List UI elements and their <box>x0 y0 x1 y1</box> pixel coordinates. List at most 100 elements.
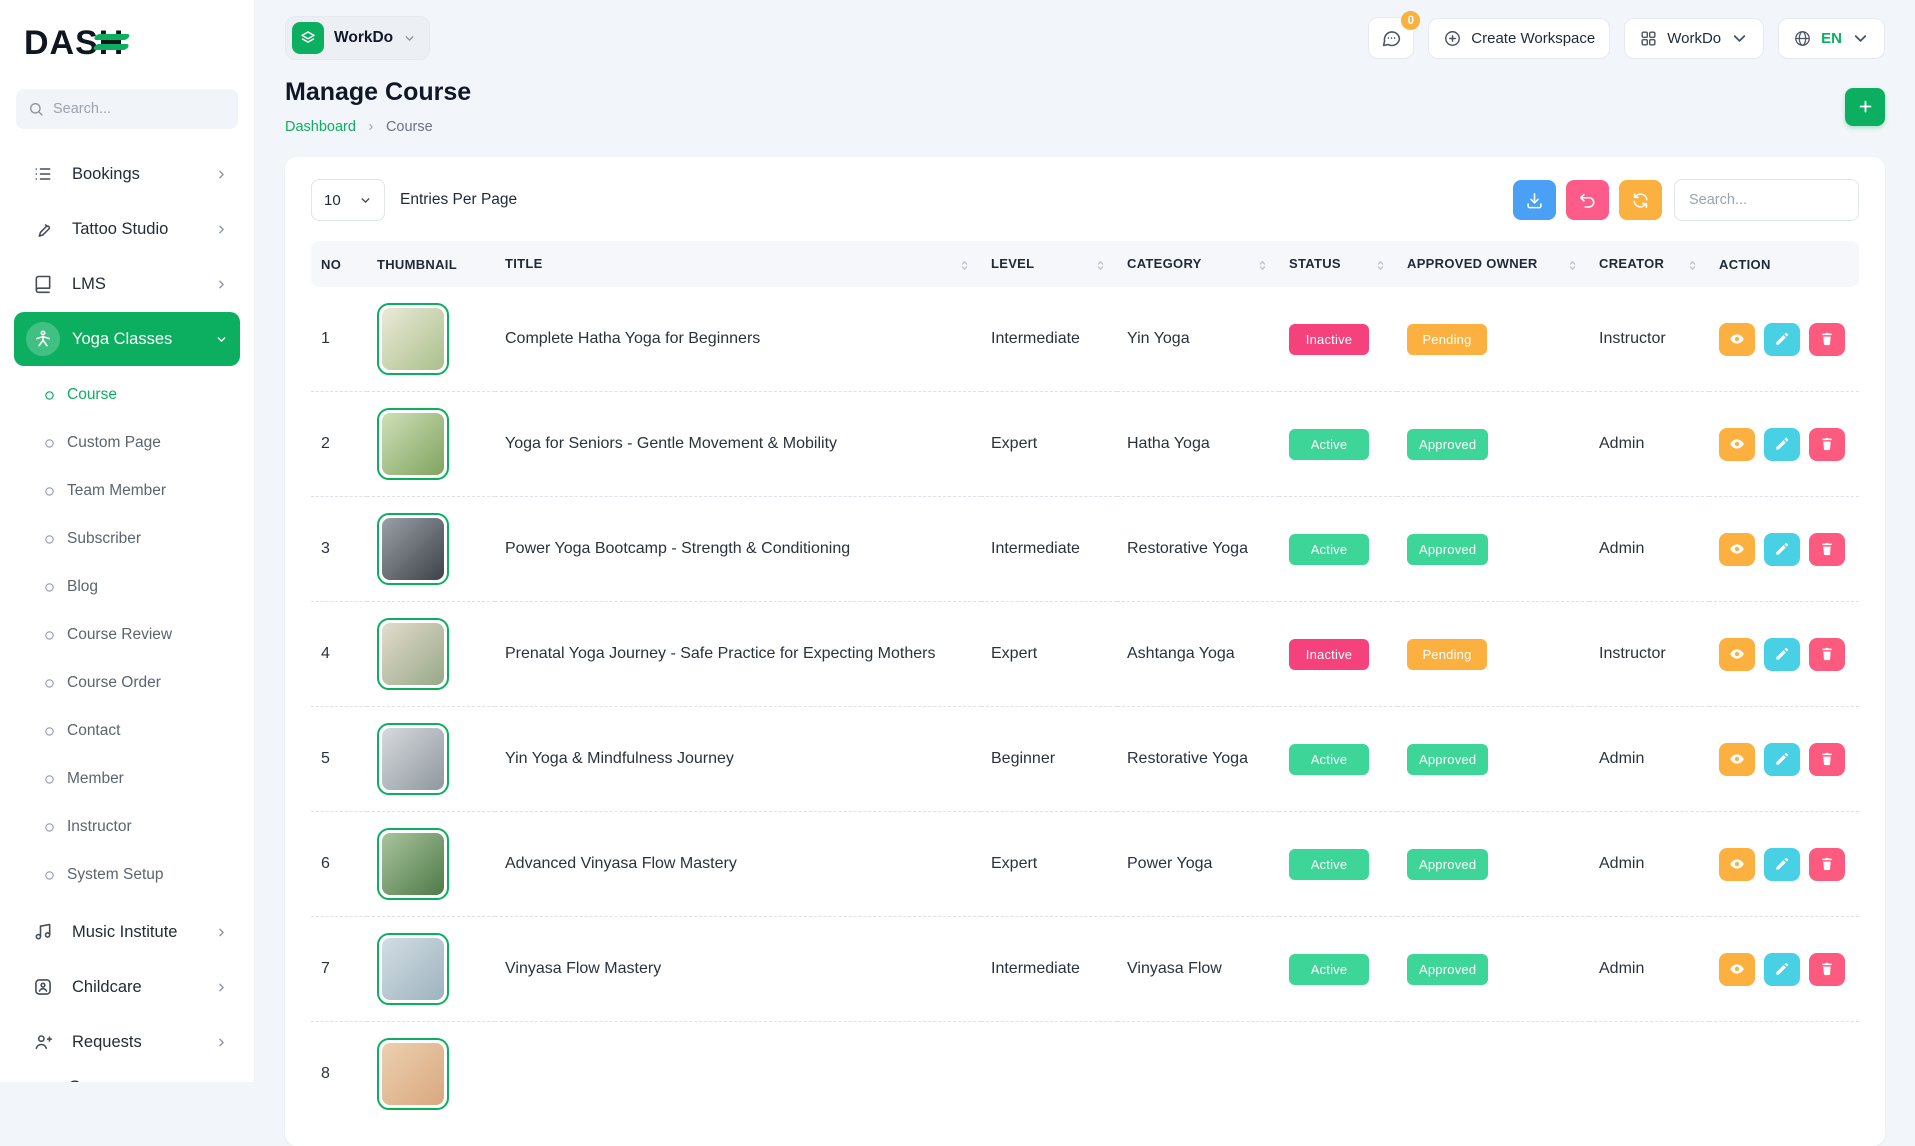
messages-button[interactable]: 0 <box>1368 17 1414 59</box>
user-plus-icon <box>26 1025 60 1059</box>
edit-button[interactable] <box>1764 848 1800 881</box>
download-icon <box>1525 191 1544 210</box>
edit-button[interactable] <box>1764 323 1800 356</box>
sort-icon[interactable] <box>1256 259 1269 272</box>
export-button[interactable] <box>1513 180 1556 220</box>
eye-icon <box>1729 856 1745 872</box>
sidebar-subitem-custom-page[interactable]: Custom Page <box>14 419 240 467</box>
eye-icon <box>1729 646 1745 662</box>
sidebar-submenu: CourseCustom PageTeam MemberSubscriberBl… <box>14 367 240 905</box>
logo[interactable]: DASH <box>24 24 230 63</box>
entries-per-page-label: Entries Per Page <box>400 191 517 209</box>
course-table-body: 1Complete Hatha Yoga for BeginnersInterm… <box>311 287 1859 1126</box>
sidebar-item-lms[interactable]: LMS <box>14 257 240 311</box>
sidebar-item-requests[interactable]: Requests <box>14 1015 240 1069</box>
card-toolbar: 10 Entries Per Page <box>311 179 1859 221</box>
table-row: 4Prenatal Yoga Journey - Safe Practice f… <box>311 602 1859 707</box>
plus-icon <box>1857 98 1874 115</box>
sidebar-subitem-course-review[interactable]: Course Review <box>14 611 240 659</box>
refresh-button[interactable] <box>1619 180 1662 220</box>
circle-icon <box>44 582 55 593</box>
delete-button[interactable] <box>1809 533 1845 566</box>
sidebar-subitem-blog[interactable]: Blog <box>14 563 240 611</box>
course-thumbnail <box>377 618 449 690</box>
sidebar-item-tattoo-studio[interactable]: Tattoo Studio <box>14 202 240 256</box>
delete-button[interactable] <box>1809 323 1845 356</box>
add-course-button[interactable] <box>1845 88 1885 126</box>
entries-per-page-select[interactable]: 10 <box>311 179 385 221</box>
workspace-switcher[interactable]: WorkDo <box>285 16 430 60</box>
table-row: 5Yin Yoga & Mindfulness JourneyBeginnerR… <box>311 707 1859 812</box>
toolbar-actions <box>1513 180 1662 220</box>
course-creator: Instructor <box>1589 602 1709 707</box>
workspace-menu-button[interactable]: WorkDo <box>1624 18 1764 59</box>
view-button[interactable] <box>1719 743 1755 776</box>
edit-button[interactable] <box>1764 638 1800 671</box>
delete-button[interactable] <box>1809 638 1845 671</box>
trash-icon <box>1819 751 1835 767</box>
column-header-title[interactable]: TITLE <box>495 241 981 287</box>
chevron-down-icon <box>215 333 228 346</box>
sidebar-subitem-label: Member <box>67 770 124 788</box>
view-button[interactable] <box>1719 533 1755 566</box>
sidebar-subitem-member[interactable]: Member <box>14 755 240 803</box>
delete-button[interactable] <box>1809 848 1845 881</box>
table-row: 2Yoga for Seniors - Gentle Movement & Mo… <box>311 392 1859 497</box>
column-header-level[interactable]: LEVEL <box>981 241 1117 287</box>
view-button[interactable] <box>1719 323 1755 356</box>
view-button[interactable] <box>1719 953 1755 986</box>
chat-icon <box>1381 28 1402 49</box>
column-header-status[interactable]: STATUS <box>1279 241 1397 287</box>
sidebar-item-music-institute[interactable]: Music Institute <box>14 905 240 959</box>
sidebar-item-queue-management[interactable]: Queue Management <box>14 1070 240 1082</box>
course-thumbnail <box>377 513 449 585</box>
messages-badge: 0 <box>1401 11 1420 30</box>
sidebar-subitem-system-setup[interactable]: System Setup <box>14 851 240 899</box>
sidebar-subitem-instructor[interactable]: Instructor <box>14 803 240 851</box>
course-level: Intermediate <box>981 287 1117 392</box>
sidebar-item-label: LMS <box>72 275 106 294</box>
chevron-down-icon <box>1851 29 1870 48</box>
edit-button[interactable] <box>1764 743 1800 776</box>
view-button[interactable] <box>1719 428 1755 461</box>
sort-icon[interactable] <box>1374 259 1387 272</box>
course-category: Restorative Yoga <box>1117 497 1279 602</box>
sidebar-subitem-course-order[interactable]: Course Order <box>14 659 240 707</box>
table-search-input[interactable] <box>1674 179 1859 221</box>
delete-button[interactable] <box>1809 743 1845 776</box>
sort-icon[interactable] <box>958 259 971 272</box>
breadcrumb-dashboard-link[interactable]: Dashboard <box>285 119 356 135</box>
sidebar-item-label: Tattoo Studio <box>72 220 168 239</box>
sidebar-subitem-contact[interactable]: Contact <box>14 707 240 755</box>
column-header-creator[interactable]: CREATOR <box>1589 241 1709 287</box>
column-header-category[interactable]: CATEGORY <box>1117 241 1279 287</box>
delete-button[interactable] <box>1809 428 1845 461</box>
eye-icon <box>1729 751 1745 767</box>
sort-icon[interactable] <box>1566 259 1579 272</box>
eye-icon <box>1729 961 1745 977</box>
sidebar-subitem-subscriber[interactable]: Subscriber <box>14 515 240 563</box>
view-button[interactable] <box>1719 638 1755 671</box>
sidebar-search-input[interactable] <box>53 101 226 117</box>
language-selector[interactable]: EN <box>1778 18 1885 59</box>
sort-icon[interactable] <box>1094 259 1107 272</box>
chevron-right-icon <box>215 223 228 236</box>
status-badge: Active <box>1289 849 1369 880</box>
sidebar-item-bookings[interactable]: Bookings <box>14 147 240 201</box>
sidebar-item-childcare[interactable]: Childcare <box>14 960 240 1014</box>
sidebar-item-yoga-classes[interactable]: Yoga Classes <box>14 312 240 366</box>
undo-button[interactable] <box>1566 180 1609 220</box>
sidebar-subitem-course[interactable]: Course <box>14 371 240 419</box>
delete-button[interactable] <box>1809 953 1845 986</box>
view-button[interactable] <box>1719 848 1755 881</box>
edit-button[interactable] <box>1764 428 1800 461</box>
create-workspace-button[interactable]: Create Workspace <box>1428 18 1610 59</box>
edit-button[interactable] <box>1764 533 1800 566</box>
column-header-approved-owner[interactable]: APPROVED OWNER <box>1397 241 1589 287</box>
childcare-icon <box>26 970 60 1004</box>
search-icon <box>28 101 44 117</box>
topbar: WorkDo 0 Create Workspace WorkDo <box>255 0 1915 66</box>
sort-icon[interactable] <box>1686 259 1699 272</box>
edit-button[interactable] <box>1764 953 1800 986</box>
sidebar-subitem-team-member[interactable]: Team Member <box>14 467 240 515</box>
